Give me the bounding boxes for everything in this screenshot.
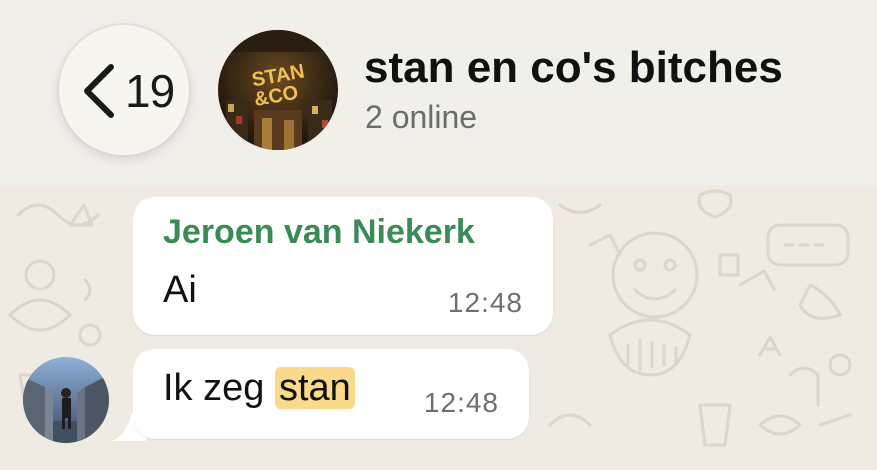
sender-avatar[interactable] [23,357,109,443]
message-text: Ai [163,269,197,311]
message-text-prefix: Ik zeg [163,367,275,409]
online-status: 2 online [365,99,478,135]
message-bubble[interactable]: Jeroen van Niekerk Ai 12:48 [133,197,553,335]
message-bubble[interactable]: Ik zeg stan 12:48 [133,349,529,439]
message-time: 12:48 [423,387,499,418]
chat-header: 19 STAN &CO stan en co's bitches 2 onlin… [0,0,877,185]
message-time: 12:48 [447,287,523,318]
group-name[interactable]: stan en co's bitches [364,42,783,94]
group-avatar[interactable]: STAN &CO [218,30,338,150]
sender-avatar-image [23,357,109,443]
search-highlight: stan [274,367,355,409]
chevron-left-icon [84,64,114,118]
message-text: Ik zeg stan [163,367,355,410]
chat-area[interactable]: Jeroen van Niekerk Ai 12:48 Ik zeg stan … [0,185,877,470]
sender-name[interactable]: Jeroen van Niekerk [163,213,475,252]
back-button[interactable]: 19 [58,24,190,156]
group-avatar-image: STAN &CO [218,30,338,150]
unread-count: 19 [125,65,175,117]
